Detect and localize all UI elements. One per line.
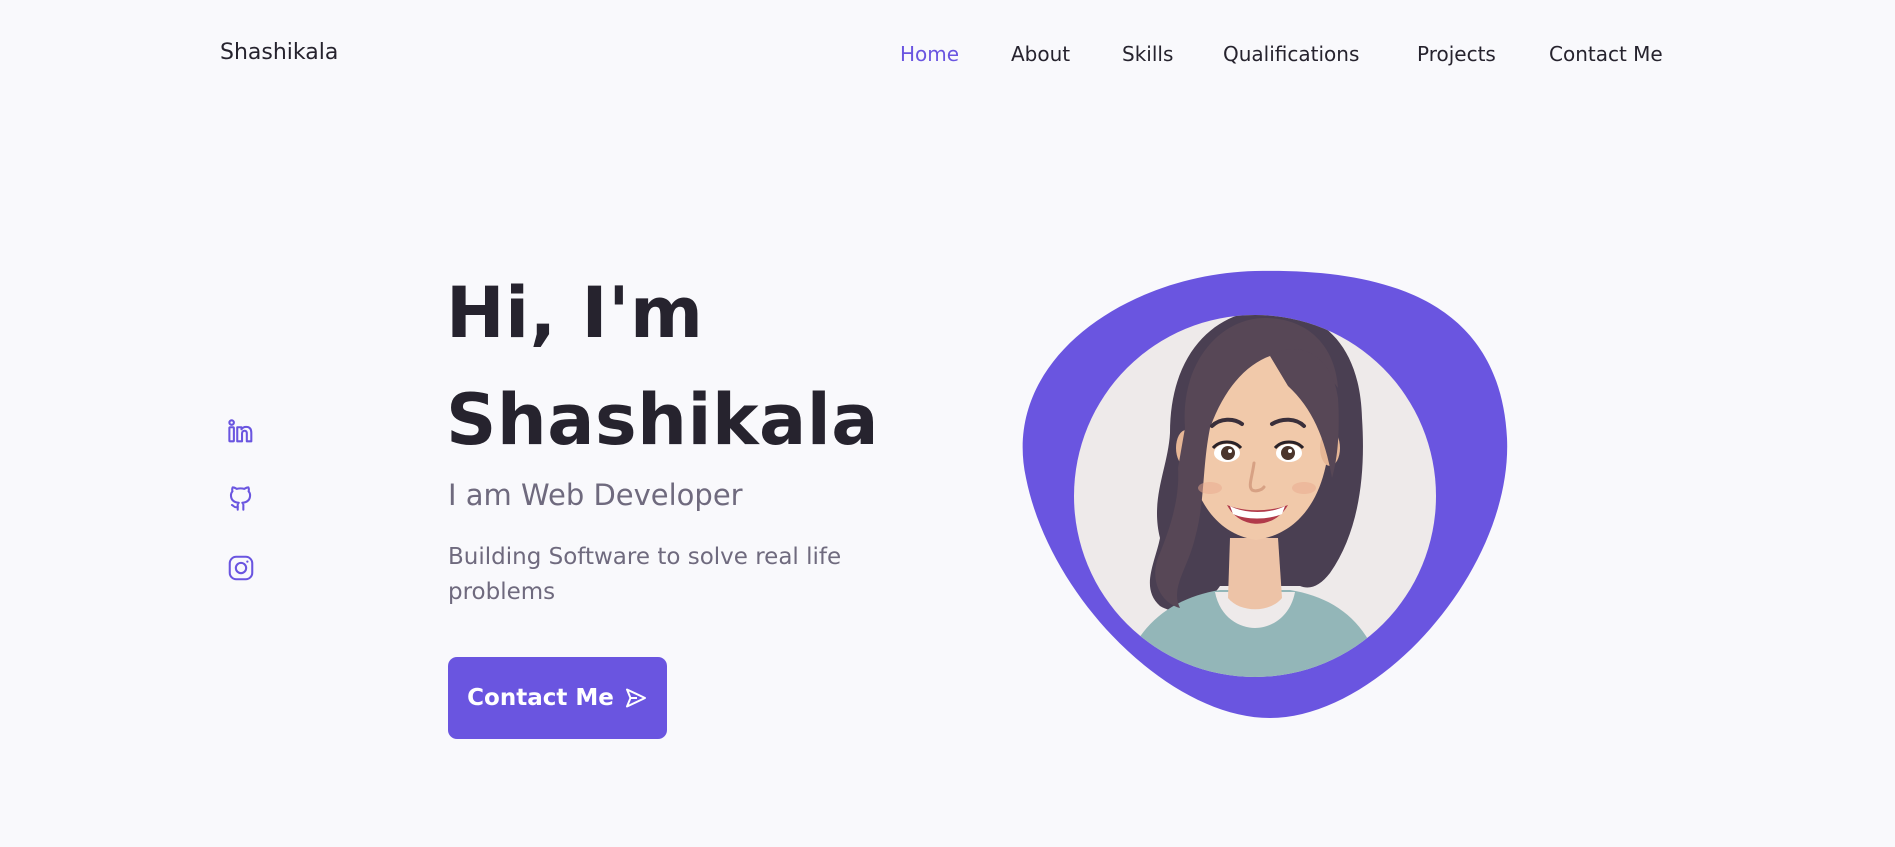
linkedin-icon[interactable] — [224, 414, 258, 448]
nav-contact-me[interactable]: Contact Me — [1549, 42, 1663, 66]
contact-me-button-label: Contact Me — [467, 685, 614, 711]
hero-subtitle: I am Web Developer — [448, 478, 743, 512]
contact-me-button[interactable]: Contact Me — [448, 657, 667, 739]
main-nav: Home About Skills Qualifications Project… — [0, 42, 1895, 70]
nav-projects[interactable]: Projects — [1417, 42, 1496, 66]
github-icon[interactable] — [224, 481, 258, 515]
hero-description: Building Software to solve real life pro… — [448, 544, 842, 605]
instagram-icon[interactable] — [224, 551, 258, 585]
hero-title-greeting: Hi, I'm — [446, 272, 704, 354]
nav-home[interactable]: Home — [900, 42, 959, 66]
nav-skills[interactable]: Skills — [1122, 42, 1173, 66]
send-icon — [625, 688, 646, 708]
nav-qualifications[interactable]: Qualifications — [1223, 42, 1359, 66]
avatar-illustration — [1022, 270, 1508, 718]
hero-title-name: Shashikala — [446, 379, 879, 461]
nav-about[interactable]: About — [1011, 42, 1070, 66]
